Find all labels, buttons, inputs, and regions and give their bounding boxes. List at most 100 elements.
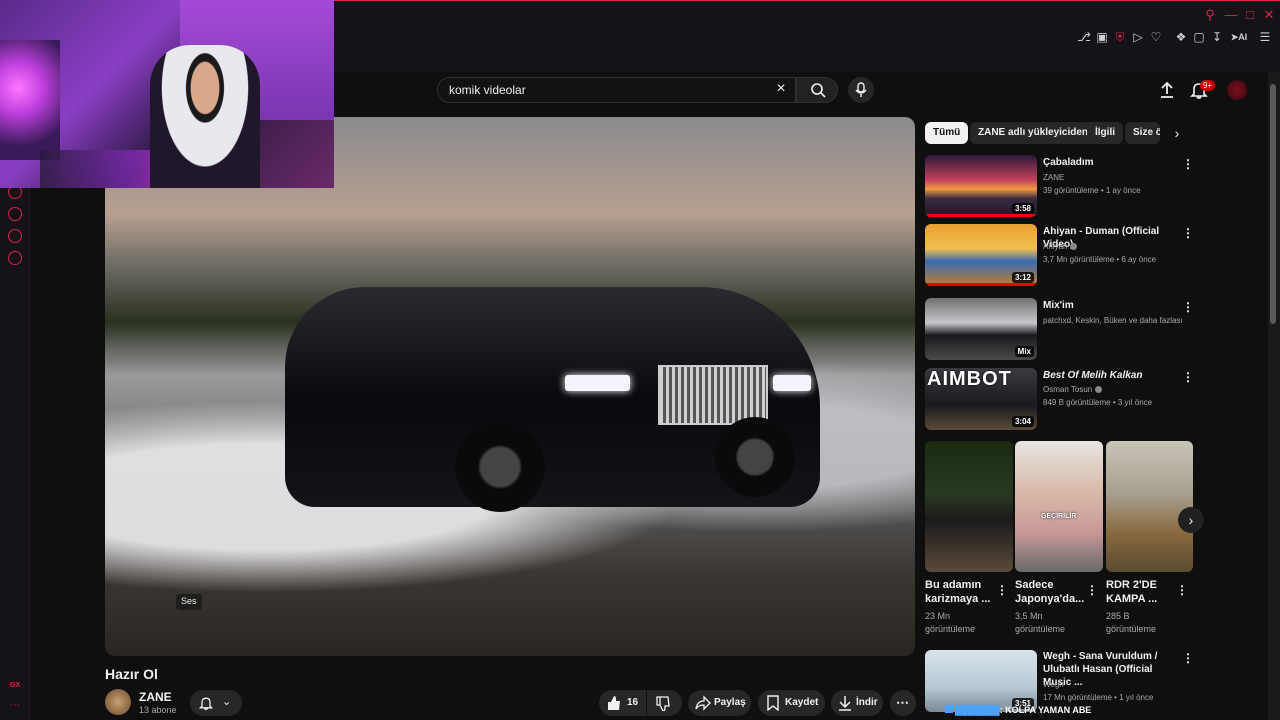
related-channel[interactable]: Ahiyan [1043, 241, 1183, 252]
related-thumbnail[interactable]: Mix [925, 298, 1037, 360]
heart-icon[interactable]: ♡ [1149, 30, 1163, 44]
related-title[interactable]: Mix'im [1043, 299, 1178, 312]
video-frame-wheel [455, 422, 545, 512]
more-vertical-icon[interactable]: ⋮ [1176, 583, 1188, 597]
upload-icon[interactable] [1157, 80, 1177, 100]
download-icon[interactable]: ↧ [1210, 30, 1224, 44]
save-label: Kaydet [785, 697, 819, 708]
chip-all[interactable]: Tümü [925, 122, 969, 144]
mix-badge: Mix [1014, 346, 1034, 357]
voice-search-button[interactable] [848, 77, 874, 103]
scrollbar-thumb[interactable] [1270, 84, 1276, 324]
short-views: 23 Mn görüntüleme [925, 611, 976, 634]
video-player[interactable] [105, 117, 915, 656]
subscriber-count: 13 abone [139, 705, 177, 715]
search-icon [811, 83, 826, 98]
extensions-icon[interactable]: ❖ [1174, 30, 1188, 44]
chip-uploader[interactable]: ZANE adlı yükleyiciden [970, 122, 1097, 144]
chip-related[interactable]: İlgili [1087, 122, 1123, 144]
short-title[interactable]: Bu adamın karizmaya ... [925, 578, 997, 606]
chevron-right-icon[interactable]: › [1178, 507, 1204, 533]
more-vertical-icon[interactable]: ⋮ [1182, 651, 1194, 665]
settings-icon[interactable] [8, 251, 22, 265]
chip-for-you[interactable]: Size ö [1125, 122, 1160, 144]
channel-avatar[interactable] [105, 689, 131, 715]
related-meta: 17 Mn görüntüleme • 1 yıl önce [1043, 693, 1154, 702]
more-vertical-icon[interactable]: ⋮ [1182, 300, 1194, 314]
search-icon[interactable]: ⚲ [1203, 8, 1217, 22]
mic-icon [855, 82, 867, 97]
clear-icon[interactable]: × [773, 81, 789, 97]
more-vertical-icon[interactable]: ⋮ [1086, 583, 1098, 597]
related-thumbnail[interactable]: 3:12 [925, 224, 1037, 286]
chat-username: ███████ [955, 705, 1000, 715]
duration-badge: 3:12 [1011, 272, 1034, 283]
related-channel[interactable]: Wegh [1043, 679, 1183, 690]
chevron-right-icon[interactable]: › [1169, 124, 1185, 142]
more-icon[interactable]: ⋯ [10, 700, 20, 711]
video-frame-headlight [565, 375, 630, 391]
verified-icon [1095, 386, 1103, 394]
thumbs-down-icon [656, 696, 670, 711]
menu-icon[interactable]: ☰ [1258, 30, 1272, 44]
search-input[interactable]: komik videolar [449, 83, 526, 97]
short-title[interactable]: Sadece Japonya'da... [1015, 578, 1087, 606]
duration-badge: 3:58 [1011, 203, 1034, 214]
history-icon[interactable] [8, 207, 22, 221]
notification-badge: 9+ [1200, 80, 1215, 91]
more-vertical-icon[interactable]: ⋮ [996, 583, 1008, 597]
search-button[interactable] [796, 77, 838, 103]
play-icon[interactable]: ▷ [1131, 30, 1145, 44]
save-button[interactable]: Kaydet [758, 690, 825, 716]
webcam-overlay [0, 0, 334, 188]
related-thumbnail[interactable]: 3:51 [925, 650, 1037, 712]
bell-icon [198, 697, 214, 711]
shield-icon[interactable]: ⛨ [1113, 30, 1127, 44]
verified-icon [1070, 243, 1078, 251]
related-meta: 849 B görüntüleme • 3 yıl önce [1043, 398, 1153, 407]
minimize-icon[interactable]: — [1224, 8, 1238, 22]
related-channel[interactable]: ZANE [1043, 172, 1183, 183]
related-meta: 3,7 Mn görüntüleme • 6 ay önce [1043, 255, 1157, 264]
short-title[interactable]: RDR 2'DE KAMPA ... [1106, 578, 1178, 606]
webcam-streamer [150, 45, 260, 188]
share-label: Paylaş [714, 697, 746, 708]
related-channel[interactable]: Osman Tosun [1043, 384, 1183, 395]
short-thumbnail[interactable] [925, 441, 1013, 572]
download-button[interactable]: İndir [831, 690, 883, 716]
search-box[interactable]: komik videolar × [437, 77, 796, 103]
like-button[interactable]: 16 [599, 690, 646, 716]
extensions-icon[interactable] [8, 229, 22, 243]
bookmark-icon[interactable]: ⎇ [1077, 30, 1091, 44]
dislike-button[interactable] [647, 690, 682, 716]
more-vertical-icon[interactable]: ⋮ [1182, 370, 1194, 384]
related-title[interactable]: Çabaladım [1043, 156, 1178, 169]
thumbnail-text: GEÇİRİLİR [1041, 513, 1077, 520]
subscription-bell-button[interactable]: ⌄ [190, 690, 242, 716]
download-icon [839, 696, 851, 711]
more-vertical-icon[interactable]: ⋮ [1182, 226, 1194, 240]
channel-name[interactable]: ZANE [139, 690, 172, 704]
ai-icon[interactable]: ➤AI [1228, 30, 1250, 44]
short-thumbnail[interactable]: GEÇİRİLİR [1015, 441, 1103, 572]
maximize-icon[interactable]: □ [1243, 8, 1257, 22]
short-views: 3,5 Mn görüntüleme [1015, 611, 1066, 634]
related-channel: patchxd, Keskin, Büken ve daha fazlası [1043, 316, 1183, 325]
close-icon[interactable]: ✕ [1262, 8, 1276, 22]
related-thumbnail[interactable]: 3:58 [925, 155, 1037, 217]
download-label: İndir [856, 697, 878, 708]
save-icon [767, 695, 779, 711]
account-avatar[interactable] [1227, 80, 1247, 100]
share-button[interactable]: Paylaş [688, 690, 751, 716]
related-thumbnail[interactable]: AIMBOT 3:04 [925, 368, 1037, 430]
more-vertical-icon[interactable]: ⋮ [1182, 157, 1194, 171]
related-title[interactable]: Best Of Melih Kalkan [1043, 369, 1178, 382]
snapshot-icon[interactable]: ▣ [1095, 30, 1109, 44]
cube-icon[interactable]: ▢ [1192, 30, 1206, 44]
video-title: Hazır Ol [105, 666, 158, 682]
more-actions-button[interactable]: ⋯ [890, 690, 916, 716]
chat-message: : KOLPA YAMAN ABE [999, 705, 1092, 715]
short-thumbnail[interactable] [1106, 441, 1193, 572]
share-icon [695, 695, 711, 711]
more-horizontal-icon: ⋯ [896, 695, 909, 710]
